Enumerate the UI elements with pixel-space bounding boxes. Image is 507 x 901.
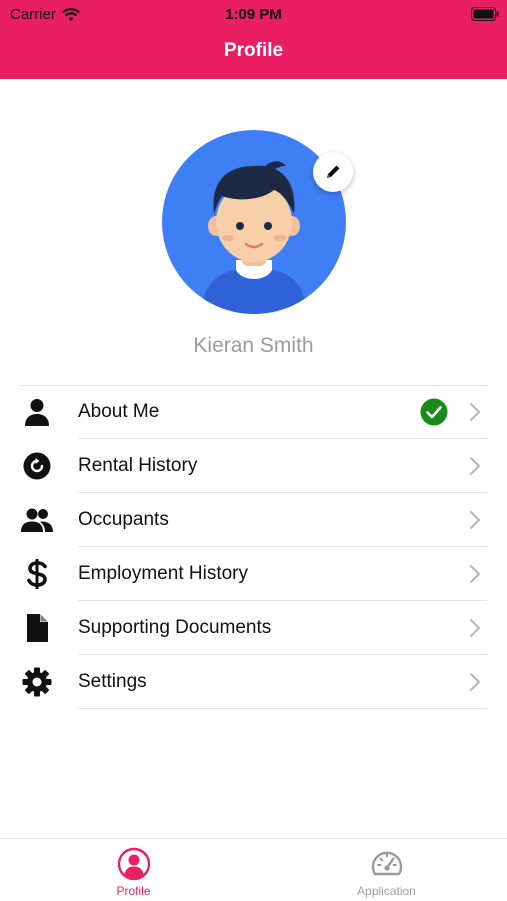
document-icon xyxy=(20,613,54,643)
menu-item-label: Supporting Documents xyxy=(78,617,272,638)
check-circle-icon xyxy=(420,398,448,426)
tab-label: Application xyxy=(357,884,416,898)
page-title: Profile xyxy=(223,40,284,61)
person-icon xyxy=(20,397,54,427)
menu-item-employment-history[interactable]: Employment History xyxy=(0,547,507,601)
app-header: Carrier 1:09 PM Profile xyxy=(0,0,507,79)
chevron-right-icon xyxy=(470,403,480,421)
menu-item-occupants[interactable]: Occupants xyxy=(0,493,507,547)
menu-item-label: Occupants xyxy=(78,509,169,530)
chevron-right-icon xyxy=(470,565,480,583)
menu-item-supporting-documents[interactable]: Supporting Documents xyxy=(0,601,507,655)
tab-profile[interactable]: Profile xyxy=(7,839,260,901)
profile-avatar-area xyxy=(162,130,353,314)
status-time: 1:09 PM xyxy=(225,6,282,23)
tab-label: Profile xyxy=(116,884,151,898)
battery-icon xyxy=(471,7,499,21)
dollar-icon xyxy=(20,559,54,589)
divider xyxy=(78,708,487,709)
menu-item-label: Employment History xyxy=(78,563,248,584)
gear-icon xyxy=(20,667,54,697)
pencil-icon xyxy=(327,165,340,178)
tab-application[interactable]: Application xyxy=(260,839,507,901)
speedometer-icon xyxy=(371,851,402,876)
status-bar: Carrier 1:09 PM xyxy=(0,0,507,28)
chevron-right-icon xyxy=(470,457,480,475)
chevron-right-icon xyxy=(470,619,480,637)
menu-item-label: About Me xyxy=(78,401,160,422)
profile-name: Kieran Smith xyxy=(193,334,314,357)
people-icon xyxy=(20,505,54,535)
history-icon xyxy=(20,451,54,481)
menu-item-rental-history[interactable]: Rental History xyxy=(0,439,507,493)
menu-item-label: Settings xyxy=(78,671,147,692)
profile-icon xyxy=(117,847,150,881)
tab-bar: Profile Application xyxy=(0,838,507,901)
menu-item-about-me[interactable]: About Me xyxy=(0,385,507,439)
edit-avatar-button[interactable] xyxy=(313,152,353,192)
menu-item-label: Rental History xyxy=(78,455,198,476)
menu-item-settings[interactable]: Settings xyxy=(0,655,507,709)
profile-menu: About Me Rental History Occupants Employ… xyxy=(0,385,507,709)
chevron-right-icon xyxy=(470,673,480,691)
chevron-right-icon xyxy=(470,511,480,529)
